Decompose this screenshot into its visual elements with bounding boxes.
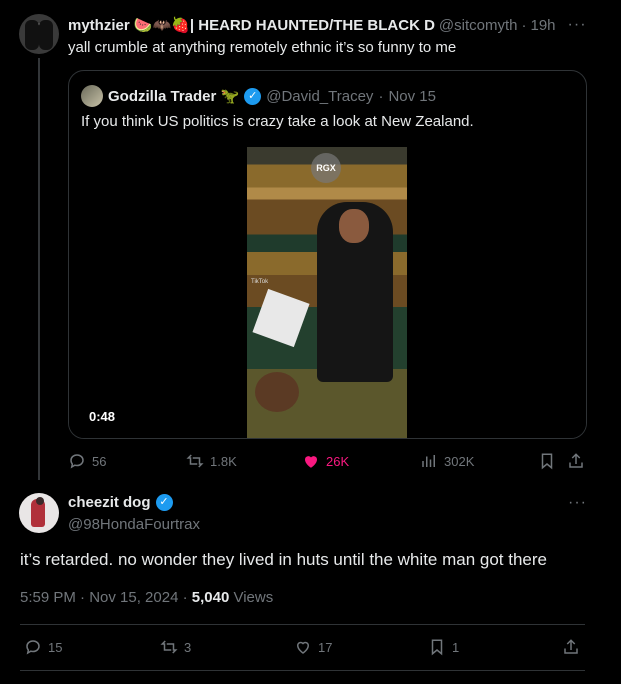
repost-icon	[160, 640, 178, 654]
repost-icon	[186, 454, 204, 468]
repost-count: 1.8K	[210, 453, 237, 469]
share-icon	[564, 639, 578, 654]
repost-action[interactable]: 1.8K	[186, 452, 237, 470]
avatar-detail	[25, 20, 39, 50]
more-options-icon[interactable]: ···	[568, 16, 587, 34]
reply-header: cheezit dog ✓	[68, 494, 173, 511]
thread-line	[38, 58, 40, 480]
quoted-time: Nov 15	[388, 87, 436, 105]
share-action[interactable]	[562, 638, 580, 656]
analytics-icon	[422, 455, 435, 467]
avatar[interactable]	[19, 14, 59, 54]
views-label: Views	[233, 589, 274, 606]
tweet-meta: 5:59 PM · Nov 15, 2024 · 5,040 Views	[20, 589, 273, 606]
parent-header: mythzier 🍉🦇🍓| HEARD HAUNTED/THE BLACK D …	[68, 16, 608, 34]
reply-action[interactable]: 56	[68, 452, 106, 470]
more-options-icon[interactable]: ···	[568, 494, 587, 512]
reply-display-name[interactable]: cheezit dog	[68, 494, 151, 511]
tiktok-watermark: TikTok	[251, 279, 269, 285]
quoted-tweet-card[interactable]: Godzilla Trader 🦖 ✓ @David_Tracey · Nov …	[68, 70, 587, 439]
parent-display-name[interactable]: mythzier 🍉🦇🍓| HEARD HAUNTED/THE BLACK D	[68, 16, 435, 34]
separator-dot: ·	[521, 16, 527, 34]
reply-action[interactable]: 15	[24, 638, 62, 656]
video-frame: RGX TikTok	[247, 147, 407, 438]
divider	[20, 670, 585, 671]
quoted-avatar	[81, 85, 103, 107]
divider	[20, 624, 585, 625]
bookmark-icon	[541, 453, 553, 470]
parent-tweet-text: yall crumble at anything remotely ethnic…	[68, 39, 457, 56]
verified-badge-icon: ✓	[244, 87, 262, 105]
parent-time[interactable]: 19h	[531, 17, 556, 34]
view-count: 302K	[444, 453, 475, 469]
avatar[interactable]	[19, 493, 59, 533]
avatar-detail	[39, 20, 53, 50]
verified-badge-icon: ✓	[155, 494, 173, 511]
quoted-header: Godzilla Trader 🦖 ✓ @David_Tracey · Nov …	[81, 85, 436, 107]
video-face	[339, 209, 369, 243]
like-action[interactable]: 17	[294, 638, 332, 656]
share-action[interactable]	[567, 452, 585, 470]
reply-count: 56	[92, 453, 107, 469]
bookmark-action[interactable]: 1	[428, 638, 459, 656]
video-player[interactable]: RGX TikTok 0:48	[69, 147, 586, 438]
parent-handle[interactable]: @sitcomyth	[439, 17, 518, 34]
bookmark-icon	[431, 639, 443, 656]
reply-handle[interactable]: @98HondaFourtrax	[68, 516, 200, 533]
repost-action[interactable]: 3	[160, 638, 191, 656]
quoted-display-name: Godzilla Trader 🦖	[108, 88, 240, 105]
avatar-detail	[36, 497, 44, 505]
video-foreground-head	[255, 372, 299, 412]
quoted-handle: @David_Tracey	[266, 87, 374, 105]
quoted-tweet-text: If you think US politics is crazy take a…	[81, 113, 474, 130]
heart-icon	[296, 641, 310, 654]
video-paper	[252, 288, 310, 348]
reply-tweet-text: it’s retarded. no wonder they lived in h…	[20, 550, 547, 569]
reply-icon	[26, 640, 40, 655]
views-action[interactable]: 302K	[420, 452, 474, 470]
reply-icon	[70, 454, 84, 469]
bookmark-count: 1	[452, 639, 460, 655]
separator-dot: ·	[378, 87, 384, 105]
tweet-timestamp[interactable]: 5:59 PM · Nov 15, 2024 ·	[20, 589, 188, 606]
like-count: 26K	[326, 453, 350, 469]
like-action[interactable]: 26K	[302, 452, 349, 470]
reply-count: 15	[48, 639, 63, 655]
heart-filled-icon	[305, 456, 317, 468]
video-duration: 0:48	[89, 409, 116, 424]
share-icon	[569, 453, 583, 468]
views-count: 5,040	[191, 589, 230, 606]
repost-count: 3	[184, 639, 192, 655]
watermark-badge: RGX	[311, 153, 341, 183]
bookmark-action[interactable]	[538, 452, 556, 470]
like-count: 17	[318, 639, 333, 655]
